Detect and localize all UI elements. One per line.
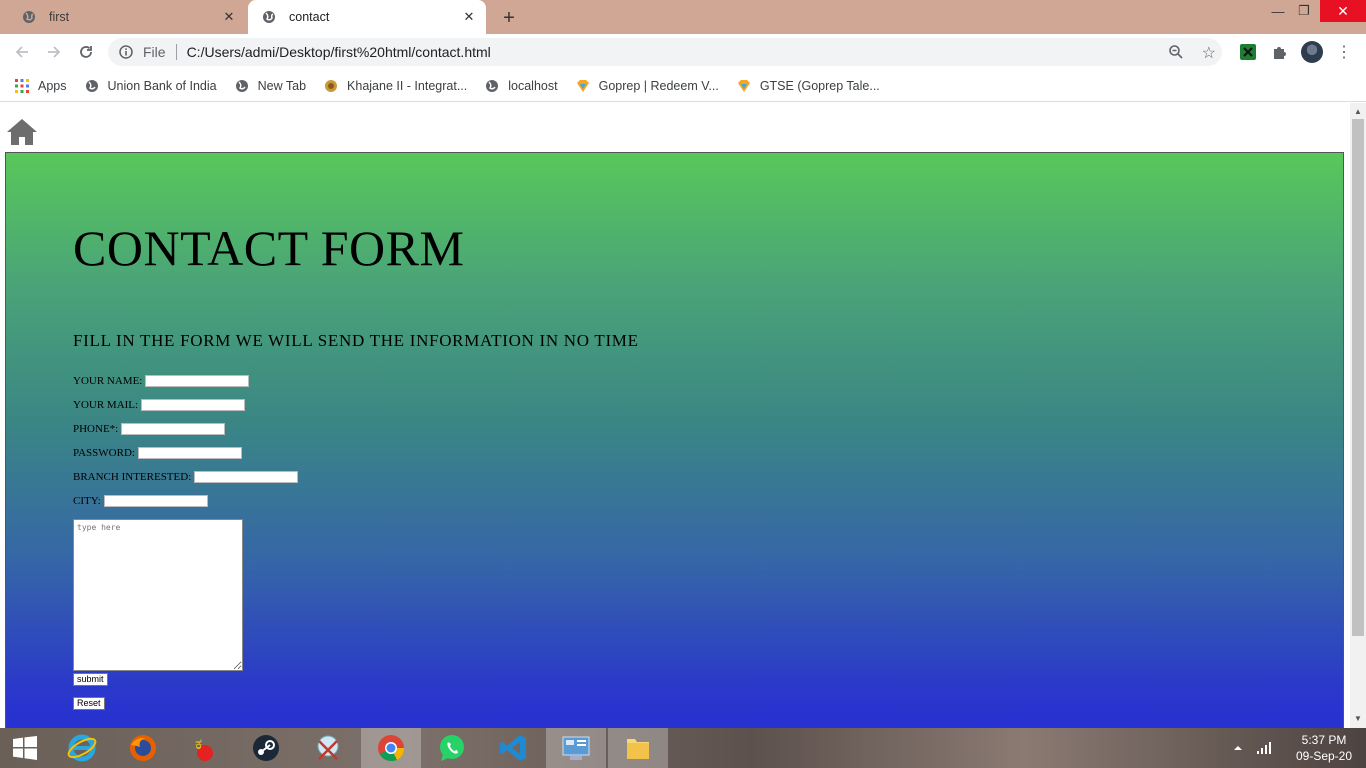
bookmark-new-tab[interactable]: New Tab — [234, 78, 306, 94]
mail-field-row: YOUR MAIL: — [73, 399, 246, 411]
tray-overflow-icon[interactable] — [1232, 728, 1244, 768]
restore-icon[interactable]: ❐ — [1284, 0, 1324, 22]
page-scrollbar[interactable]: ▲ ▼ — [1350, 103, 1366, 728]
name-field-row: YOUR NAME: — [73, 375, 250, 387]
mail-input[interactable] — [141, 399, 246, 411]
plus-icon[interactable]: + — [498, 7, 520, 29]
back-arrow-icon[interactable] — [10, 40, 34, 64]
field-label: YOUR MAIL: — [73, 399, 139, 411]
extension-icon[interactable] — [1238, 42, 1258, 62]
bookmark-union-bank[interactable]: Union Bank of India — [84, 78, 217, 94]
bookmark-label: Goprep | Redeem V... — [598, 78, 719, 93]
form-subheading: FILL IN THE FORM WE WILL SEND THE INFORM… — [73, 331, 639, 350]
message-textarea[interactable] — [73, 519, 243, 671]
city-field-row: CITY: — [73, 495, 208, 507]
url-scheme: File — [143, 44, 166, 60]
file-explorer-icon[interactable] — [608, 728, 668, 768]
globe-icon — [84, 78, 100, 94]
network-signal-icon[interactable] — [1256, 728, 1272, 768]
phone-field-row: PHONE*: — [73, 423, 226, 435]
bookmark-apps[interactable]: Apps — [14, 78, 67, 94]
scroll-up-icon[interactable]: ▲ — [1354, 107, 1362, 116]
avatar[interactable] — [1301, 41, 1323, 63]
bookmark-label: Union Bank of India — [107, 78, 217, 93]
bookmark-label: GTSE (Goprep Tale... — [759, 78, 880, 93]
tab-first[interactable]: first ✕ — [8, 0, 246, 34]
forward-arrow-icon[interactable] — [42, 40, 66, 64]
submit-button[interactable]: submit — [73, 673, 108, 686]
window-close-button[interactable]: ✕ — [1320, 0, 1366, 22]
bookmark-label: Apps — [38, 78, 67, 93]
globe-icon — [234, 78, 250, 94]
close-icon[interactable]: ✕ — [220, 8, 238, 26]
puzzle-icon[interactable] — [1270, 42, 1290, 62]
info-icon[interactable] — [119, 45, 133, 59]
whatsapp-icon[interactable] — [422, 728, 482, 768]
bookmark-label: Khajane II - Integrat... — [347, 78, 468, 93]
phone-input[interactable] — [121, 423, 226, 435]
tab-title: contact — [289, 10, 330, 24]
globe-icon — [484, 78, 500, 94]
address-bar[interactable]: File C:/Users/admi/Desktop/first%20html/… — [108, 38, 1222, 66]
tab-title: first — [49, 10, 70, 24]
taskbar: ಕ 5:37 PM 09-Sep-20 — [0, 728, 1366, 768]
home-icon[interactable] — [6, 117, 38, 147]
kannada-app-icon[interactable]: ಕ — [174, 728, 234, 768]
svg-text:ಕ: ಕ — [195, 734, 202, 753]
field-label: PASSWORD: — [73, 447, 135, 459]
snipping-tool-icon[interactable] — [298, 728, 358, 768]
branch-input[interactable] — [194, 471, 299, 483]
city-input[interactable] — [103, 495, 208, 507]
zoom-icon[interactable] — [1168, 44, 1184, 63]
windows-start-icon[interactable] — [0, 728, 50, 768]
password-input[interactable] — [137, 447, 242, 459]
bookmarks-bar: Apps Union Bank of India New Tab Khajane… — [0, 70, 1366, 102]
page-title: CONTACT FORM — [73, 220, 465, 276]
contact-panel: CONTACT FORM FILL IN THE FORM WE WILL SE… — [5, 152, 1344, 728]
menu-icon[interactable]: ⋮ — [1336, 41, 1352, 63]
steam-icon[interactable] — [236, 728, 296, 768]
bookmark-goprep[interactable]: Goprep | Redeem V... — [575, 78, 719, 94]
url-text[interactable]: C:/Users/admi/Desktop/first%20html/conta… — [187, 44, 491, 60]
emblem-icon — [323, 78, 339, 94]
reset-button[interactable]: Reset — [73, 697, 105, 710]
scroll-thumb[interactable] — [1352, 119, 1364, 636]
close-icon[interactable]: ✕ — [460, 8, 478, 26]
field-label: CITY: — [73, 495, 101, 507]
internet-explorer-icon[interactable] — [52, 728, 112, 768]
globe-icon — [262, 10, 276, 24]
bookmark-label: localhost — [508, 78, 558, 93]
bookmark-gtse[interactable]: GTSE (Goprep Tale... — [736, 78, 880, 94]
bookmark-khajane[interactable]: Khajane II - Integrat... — [323, 78, 467, 94]
name-input[interactable] — [145, 375, 250, 387]
page-viewport: CONTACT FORM FILL IN THE FORM WE WILL SE… — [0, 103, 1350, 728]
globe-icon — [22, 10, 36, 24]
goprep-icon — [575, 78, 591, 94]
branch-field-row: BRANCH INTERESTED: — [73, 471, 299, 483]
clock-date: 09-Sep-20 — [1295, 749, 1353, 763]
vscode-icon[interactable] — [484, 728, 544, 768]
field-label: BRANCH INTERESTED: — [73, 471, 192, 483]
field-label: YOUR NAME: — [73, 375, 143, 387]
clock-time: 5:37 PM — [1301, 733, 1347, 747]
bookmark-localhost[interactable]: localhost — [484, 78, 558, 94]
system-clock[interactable]: 5:37 PM 09-Sep-20 — [1286, 732, 1362, 764]
reload-icon[interactable] — [74, 40, 98, 64]
star-icon[interactable]: ☆ — [1202, 43, 1216, 63]
chrome-icon[interactable] — [361, 728, 421, 768]
apps-grid-icon — [14, 78, 30, 94]
goprep-icon — [736, 78, 752, 94]
bookmark-label: New Tab — [257, 78, 307, 93]
divider — [175, 44, 177, 60]
field-label: PHONE*: — [73, 423, 119, 435]
tab-contact[interactable]: contact ✕ — [248, 0, 486, 34]
password-field-row: PASSWORD: — [73, 447, 242, 459]
browser-toolbar: File C:/Users/admi/Desktop/first%20html/… — [0, 34, 1366, 70]
control-panel-icon[interactable] — [546, 728, 606, 768]
tab-strip: first ✕ contact ✕ + — ❐ ✕ — [0, 0, 1366, 34]
scroll-down-icon[interactable]: ▼ — [1354, 714, 1362, 723]
firefox-icon[interactable] — [113, 728, 173, 768]
